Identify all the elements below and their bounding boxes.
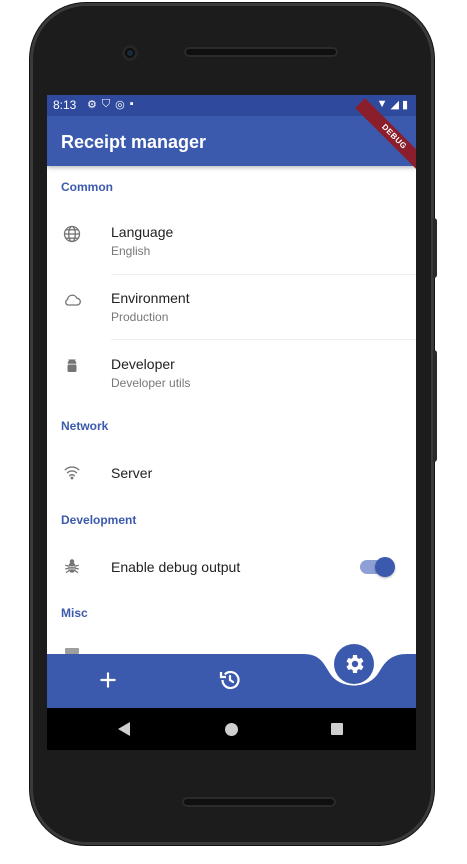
- history-icon: [219, 670, 240, 690]
- android-icon: [61, 355, 83, 377]
- section-header-common: Common: [61, 180, 113, 194]
- toggle-knob: [375, 557, 395, 577]
- settings-item-subtitle: English: [111, 244, 151, 258]
- volume-button: [433, 218, 437, 278]
- system-nav-bar: [47, 708, 416, 750]
- settings-item-title: Enable debug output: [111, 559, 241, 575]
- status-icons-right: ▼ ◢ ▮: [377, 98, 408, 111]
- status-time: 8:13: [53, 98, 77, 112]
- cloud-icon: [61, 289, 83, 311]
- settings-item-environment[interactable]: Environment Production: [47, 274, 416, 340]
- app-bar: Receipt manager DEBUG: [47, 98, 416, 176]
- plus-icon: [100, 672, 116, 688]
- recent-apps-icon[interactable]: [331, 723, 343, 735]
- settings-item-title: Developer: [111, 356, 175, 372]
- settings-item-developer[interactable]: Developer Developer utils: [47, 340, 416, 404]
- settings-fab[interactable]: [334, 644, 374, 684]
- bug-icon: [61, 555, 83, 577]
- wifi-icon: [61, 461, 83, 483]
- wifi-icon: ▼: [376, 98, 388, 110]
- settings-item-title: Environment: [111, 290, 190, 306]
- sd-card-icon: ▪: [129, 98, 134, 110]
- settings-item-title: Language: [111, 224, 174, 240]
- add-button[interactable]: [95, 667, 121, 693]
- settings-item-debug-output[interactable]: Enable debug output: [47, 540, 416, 592]
- settings-item-subtitle: Production: [111, 310, 169, 324]
- at-icon: ◎: [115, 99, 125, 111]
- shield-icon: ⛉: [101, 98, 111, 110]
- section-header-network: Network: [61, 419, 109, 433]
- history-button[interactable]: [217, 667, 243, 693]
- back-icon[interactable]: [118, 722, 130, 736]
- globe-icon: [61, 223, 83, 245]
- status-icons-left: ⚙ ⛉ ◎ ▪: [87, 98, 134, 111]
- settings-item-subtitle: Developer utils: [111, 376, 191, 390]
- debug-output-toggle[interactable]: [360, 557, 395, 577]
- front-camera: [122, 45, 138, 61]
- settings-item-title: Server: [111, 465, 153, 481]
- power-button: [433, 350, 437, 462]
- earpiece-speaker: [184, 47, 338, 57]
- settings-icon: ⚙: [87, 99, 97, 111]
- section-header-misc: Misc: [61, 606, 88, 620]
- screen: 8:13 ⚙ ⛉ ◎ ▪ ▼ ◢ ▮ Receipt manager DEBUG…: [47, 95, 416, 708]
- settings-list: Common Language English Environment Prod…: [47, 166, 416, 708]
- section-header-development: Development: [61, 513, 137, 527]
- settings-item-language[interactable]: Language English: [47, 208, 416, 275]
- page-title: Receipt manager: [61, 132, 207, 152]
- bottom-speaker: [182, 797, 336, 807]
- settings-icon: [346, 655, 364, 673]
- settings-item-server[interactable]: Server: [47, 446, 416, 498]
- battery-icon: ▮: [401, 99, 408, 111]
- signal-icon: ◢: [390, 99, 399, 111]
- home-icon[interactable]: [225, 723, 238, 736]
